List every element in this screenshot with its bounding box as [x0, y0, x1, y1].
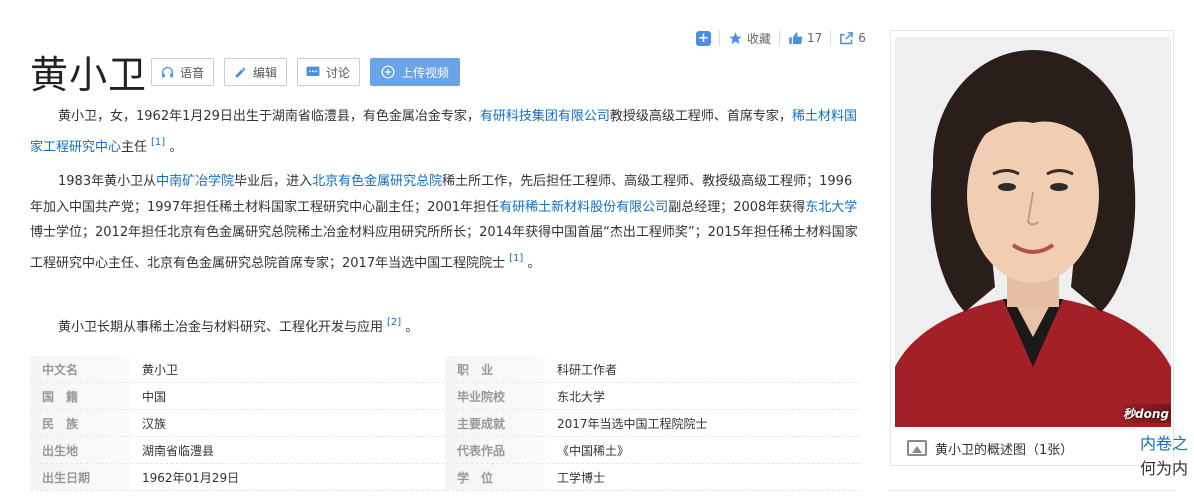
info-value: 东北大学 [557, 389, 606, 404]
career-paragraph: 1983年黄小卫从中南矿冶学院毕业后，进入北京有色金属研究总院稀土所工作，先后担… [30, 169, 860, 276]
info-value: 2017年当选中国工程院院士 [557, 416, 708, 431]
side-text: 何为内 [1140, 459, 1189, 478]
summary-image-panel: 秒dong 黄小卫的概述图（1张） [890, 30, 1174, 466]
basic-info-table: 中文名 黄小卫 职 业 科研工作者 国 籍 中国 毕业院校 东北大学 民 族 汉… [30, 356, 860, 491]
edit-label: 编辑 [253, 65, 278, 80]
info-value: 黄小卫 [142, 362, 179, 377]
gallery-caption-label: 黄小卫的概述图（1张） [935, 442, 1074, 458]
info-key: 主要成就 [445, 410, 545, 436]
gallery-icon [907, 440, 927, 456]
page-title: 黄小卫 [30, 53, 148, 97]
text: 毕业后，进入 [234, 174, 313, 189]
link-youyan-group[interactable]: 有研科技集团有限公司 [480, 109, 610, 124]
info-value: 湖南省临澧县 [142, 443, 215, 458]
share-count: 6 [858, 31, 866, 45]
info-key: 中文名 [30, 356, 130, 382]
share-icon [840, 31, 854, 44]
text: 黄小卫长期从事稀土冶金与材料研究、工程化开发与应用 [58, 320, 384, 335]
collect-label: 收藏 [747, 31, 772, 46]
upload-video-button[interactable]: 上传视频 [370, 58, 461, 86]
reference-1[interactable]: [1] [509, 253, 523, 264]
text: 。 [523, 255, 541, 271]
info-key: 代表作品 [445, 437, 545, 463]
link-northeastern-university[interactable]: 东北大学 [805, 200, 857, 215]
info-key: 毕业院校 [445, 383, 545, 409]
edit-button[interactable]: 编辑 [224, 58, 288, 86]
info-key: 学 位 [445, 464, 545, 490]
info-row: 出生地 湖南省临澧县 代表作品 《中国稀土》 [30, 437, 860, 464]
info-key: 国 籍 [30, 383, 130, 409]
info-key: 民 族 [30, 410, 130, 436]
thumbs-up-icon [789, 31, 803, 44]
info-key: 出生地 [30, 437, 130, 463]
title-buttons: 语音 编辑 讨论 上传视频 [151, 58, 461, 86]
divider [719, 30, 720, 46]
gallery-caption[interactable]: 黄小卫的概述图（1张） [891, 431, 1173, 465]
portrait-illustration [895, 37, 1171, 427]
share-button[interactable]: 6 [839, 31, 866, 46]
info-row: 民 族 汉族 主要成就 2017年当选中国工程院院士 [30, 410, 860, 437]
star-icon [729, 31, 742, 44]
plus-icon: + [696, 30, 711, 46]
info-row: 中文名 黄小卫 职 业 科研工作者 [30, 356, 860, 383]
add-button[interactable]: + [696, 30, 711, 46]
upload-video-label: 上传视频 [401, 65, 450, 80]
side-link[interactable]: 内卷之 [1140, 430, 1188, 454]
info-value: 中国 [142, 389, 167, 404]
divider [779, 30, 781, 46]
info-value: 科研工作者 [557, 362, 618, 377]
info-value: 1962年01月29日 [142, 470, 240, 485]
info-key: 职 业 [445, 356, 545, 382]
text: 1983年黄小卫从 [58, 174, 157, 189]
info-key: 出生日期 [30, 464, 130, 490]
action-bar: + 收藏 17 6 [696, 28, 866, 48]
info-value: 《中国稀土》 [557, 443, 630, 458]
pencil-icon [233, 65, 247, 79]
info-value: 汉族 [142, 416, 167, 431]
headphones-icon [160, 65, 174, 79]
intro-paragraph: 黄小卫，女，1962年1月29日出生于湖南省临澧县，有色金属冶金专家，有研科技集… [30, 104, 860, 160]
chat-icon [306, 65, 320, 79]
link-grirem[interactable]: 有研稀土新材料股份有限公司 [499, 200, 668, 215]
voice-button[interactable]: 语音 [151, 58, 215, 86]
info-value: 工学博士 [557, 470, 606, 485]
text: 。 [165, 139, 183, 155]
text: 黄小卫，女，1962年1月29日出生于湖南省临澧县，有色金属冶金专家， [58, 109, 480, 124]
plus-circle-icon [381, 65, 395, 79]
research-paragraph: 黄小卫长期从事稀土冶金与材料研究、工程化开发与应用 [2] 。 [30, 310, 860, 341]
text: 副总经理；2008年获得 [668, 199, 806, 215]
info-row: 出生日期 1962年01月29日 学 位 工学博士 [30, 464, 860, 491]
voice-label: 语音 [180, 65, 205, 80]
like-count: 17 [807, 31, 823, 45]
portrait-photo[interactable]: 秒dong [895, 37, 1171, 427]
next-panel-edge [890, 490, 1174, 499]
text: 主任 [121, 139, 148, 155]
like-button[interactable]: 17 [788, 31, 822, 46]
text: 教授级高级工程师、首席专家， [609, 109, 792, 124]
discuss-label: 讨论 [326, 65, 351, 80]
watermark: 秒dong [1117, 404, 1171, 423]
text: 。 [401, 320, 419, 335]
reference-2[interactable]: [2] [387, 317, 401, 328]
reference-1[interactable]: [1] [151, 137, 165, 148]
collect-button[interactable]: 收藏 [728, 30, 771, 47]
text: 博士学位；2012年担任北京有色金属研究总院稀土冶金材料应用研究所所长；2014… [30, 225, 858, 271]
link-grinm[interactable]: 北京有色金属研究总院 [312, 174, 442, 189]
link-central-south-mining[interactable]: 中南矿冶学院 [156, 174, 234, 189]
discuss-button[interactable]: 讨论 [297, 58, 361, 86]
divider [830, 30, 832, 46]
info-row: 国 籍 中国 毕业院校 东北大学 [30, 383, 860, 410]
